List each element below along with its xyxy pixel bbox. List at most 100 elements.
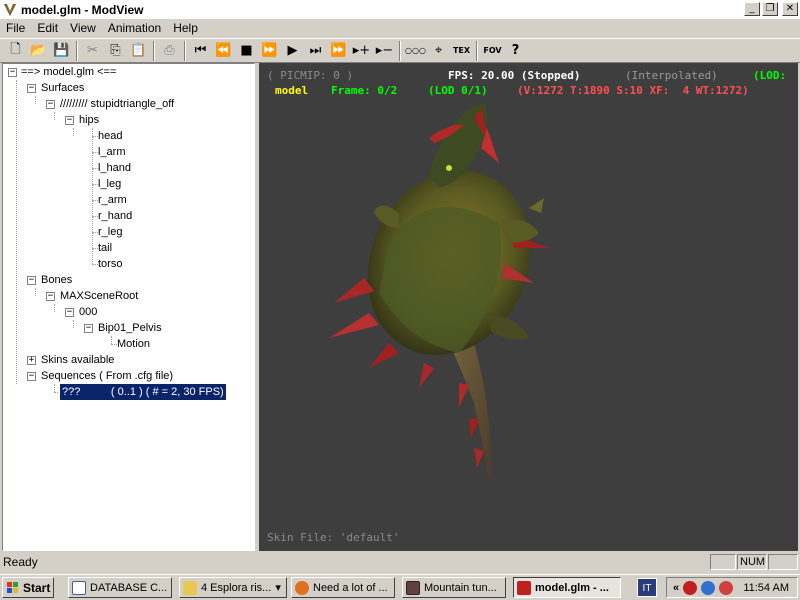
document-icon (72, 580, 86, 595)
minimize-button[interactable]: _ (744, 2, 760, 16)
tree-sequences[interactable]: Sequences ( From .cfg file) (41, 368, 173, 384)
open-folder-icon[interactable]: 📂 (27, 40, 50, 62)
step-forward-icon[interactable]: ⏩ (258, 40, 281, 62)
task-explorer[interactable]: 4 Esplora ris... ▾ (179, 577, 287, 598)
collapse-icon[interactable]: − (27, 84, 36, 93)
tree-connector (73, 128, 74, 136)
tree-part-head[interactable]: head (98, 128, 122, 144)
remove-icon[interactable]: ▸− (373, 40, 396, 62)
collapse-icon[interactable]: − (84, 324, 93, 333)
collapse-icon[interactable]: − (8, 68, 17, 77)
taskbar: Start DATABASE C... 4 Esplora ris... ▾ N… (0, 574, 800, 600)
save-icon[interactable]: 💾 (50, 40, 73, 62)
sync-icon[interactable] (719, 580, 734, 595)
cut-icon[interactable]: ✂ (81, 40, 104, 62)
step-back-icon[interactable]: ⏪ (212, 40, 235, 62)
language-indicator[interactable]: IT (637, 578, 657, 597)
task-modview[interactable]: model.glm - ... (513, 577, 621, 598)
menu-animation[interactable]: Animation (102, 21, 167, 35)
toolbar-separator (76, 40, 78, 61)
fov-icon[interactable]: FOV (481, 40, 504, 62)
add-icon[interactable]: ▸+ (350, 40, 373, 62)
tree-connector (35, 288, 36, 296)
task-mountain[interactable]: Mountain tun... (402, 577, 506, 598)
fit-icon[interactable]: ⌖ (427, 40, 450, 62)
model-viewport[interactable]: ( PICMIP: 0 ) FPS: 20.00 (Stopped) (Inte… (259, 63, 798, 551)
tree-skins[interactable]: Skins available (41, 352, 114, 368)
tree-bip01-pelvis[interactable]: Bip01_Pelvis (98, 320, 162, 336)
model-tree[interactable]: − ==> model.glm <== − Surfaces − ///////… (2, 63, 255, 551)
play-end-icon[interactable]: ⏭ (304, 40, 327, 62)
tree-part-r-hand[interactable]: r_hand (98, 208, 132, 224)
task-database[interactable]: DATABASE C... (68, 577, 172, 598)
status-ready: Ready (3, 555, 38, 569)
collapse-icon[interactable]: − (65, 116, 74, 125)
play-icon[interactable]: ▶ (281, 40, 304, 62)
tree-part-tail[interactable]: tail (98, 240, 112, 256)
modview-window: model.glm - ModView _ ❐ ✕ File Edit View… (0, 0, 800, 574)
tree-part-l-leg[interactable]: l_leg (98, 176, 121, 192)
tree-part-l-arm[interactable]: l_arm (98, 144, 126, 160)
start-button[interactable]: Start (2, 577, 54, 598)
toolbar-separator (153, 40, 155, 61)
title-bar[interactable]: model.glm - ModView _ ❐ ✕ (0, 0, 800, 19)
bones-icon[interactable]: ○○○ (404, 40, 427, 62)
task-label: Mountain tun... (424, 581, 497, 594)
help-icon[interactable]: ? (504, 40, 527, 62)
status-panel-caps (710, 554, 736, 570)
antivirus-icon[interactable] (683, 580, 698, 595)
texture-icon[interactable]: TEX (450, 40, 473, 62)
status-panel-num: NUM (737, 554, 767, 570)
rewind-icon[interactable]: ⏮ (189, 40, 212, 62)
expand-icon[interactable]: + (27, 356, 36, 365)
menu-help[interactable]: Help (167, 21, 204, 35)
task-label: DATABASE C... (90, 581, 168, 594)
clock[interactable]: 11:54 AM (743, 582, 789, 594)
menu-file[interactable]: File (0, 21, 31, 35)
task-firefox[interactable]: Need a lot of ... (291, 577, 395, 598)
tree-root[interactable]: ==> model.glm <== (21, 64, 116, 80)
toolbar-separator (399, 40, 401, 61)
image-viewer-icon (406, 580, 420, 595)
collapse-icon[interactable]: − (46, 292, 55, 301)
collapse-icon[interactable]: − (46, 100, 55, 109)
folder-icon (183, 580, 197, 595)
task-label: 4 Esplora ris... (201, 581, 272, 594)
fast-forward-icon[interactable]: ⏩ (327, 40, 350, 62)
paste-icon[interactable]: 📋 (127, 40, 150, 62)
status-bar: Ready NUM (0, 552, 800, 572)
tray-expand-icon[interactable]: « (673, 582, 679, 594)
close-button[interactable]: ✕ (782, 2, 798, 16)
menu-bar: File Edit View Animation Help (0, 19, 800, 37)
stop-icon[interactable]: ■ (235, 40, 258, 62)
tree-surfaces[interactable]: Surfaces (41, 80, 84, 96)
tree-part-torso[interactable]: torso (98, 256, 122, 272)
copy-icon[interactable]: ⎘ (104, 40, 127, 62)
window-title: model.glm - ModView (21, 2, 144, 17)
collapse-icon[interactable]: − (27, 276, 36, 285)
tree-part-r-arm[interactable]: r_arm (98, 192, 127, 208)
tree-part-r-leg[interactable]: r_leg (98, 224, 122, 240)
menu-edit[interactable]: Edit (31, 21, 64, 35)
tree-motion[interactable]: Motion (117, 336, 150, 352)
tree-part-l-hand[interactable]: l_hand (98, 160, 131, 176)
collapse-icon[interactable]: − (65, 308, 74, 317)
tree-connector (54, 384, 55, 392)
tree-bones[interactable]: Bones (41, 272, 72, 288)
maximize-button[interactable]: ❐ (762, 2, 778, 16)
tree-sequence-item[interactable]: ??? ( 0..1 ) ( # = 2, 30 FPS) (59, 383, 227, 401)
tree-connector (54, 112, 55, 120)
tree-hips[interactable]: hips (79, 112, 99, 128)
windows-logo-icon (7, 581, 18, 593)
print-icon[interactable]: ⎙ (158, 40, 181, 62)
task-label: Need a lot of ... (313, 581, 388, 594)
tree-connector (92, 128, 93, 264)
tree-bone-000[interactable]: 000 (79, 304, 97, 320)
tree-max-scene-root[interactable]: MAXSceneRoot (60, 288, 138, 304)
tree-surface-root[interactable]: ///////// stupidtriangle_off (60, 96, 174, 112)
network-icon[interactable] (701, 580, 716, 595)
tree-connector (35, 96, 36, 104)
collapse-icon[interactable]: − (27, 372, 36, 381)
menu-view[interactable]: View (64, 21, 102, 35)
new-file-icon[interactable]: 🗋 (4, 40, 27, 62)
